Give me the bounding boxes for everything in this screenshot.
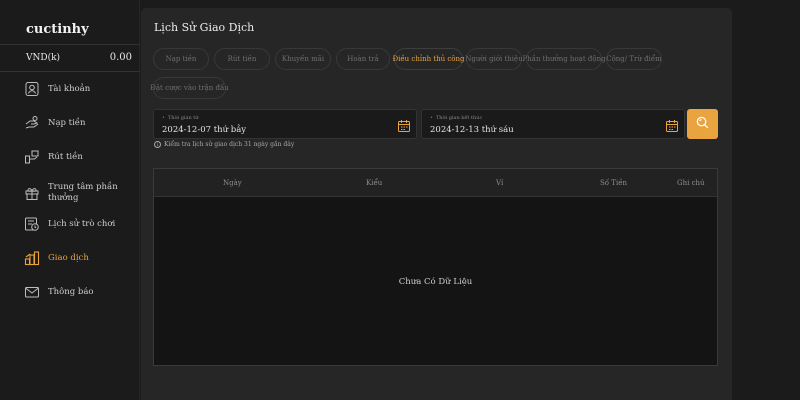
info-icon: i [154, 141, 161, 148]
column-header-date: Ngày [223, 179, 242, 187]
account-icon [24, 81, 40, 97]
hint-text: Kiểm tra lịch sử giao dịch 31 ngày gần đ… [164, 141, 295, 148]
transactions-table: Ngày Kiểu Ví Số Tiền Ghi chú Chưa Có Dữ … [153, 168, 718, 366]
tab-manual-adjustment[interactable]: Điều chỉnh thủ công [392, 48, 465, 70]
sidebar-item-account[interactable]: Tài khoản [24, 81, 134, 97]
required-mark: • [162, 115, 165, 121]
currency-label: VND(k) [26, 53, 61, 63]
sidebar-item-label: Thông báo [48, 286, 94, 297]
end-date-value: 2024-12-13 thứ sáu [430, 125, 514, 135]
table-header: Ngày Kiểu Ví Số Tiền Ghi chú [154, 169, 717, 197]
withdraw-icon [24, 149, 40, 165]
column-header-type: Kiểu [366, 179, 383, 187]
sidebar: cuctinhy VND(k) 0.00 Tài khoản Nạp tiền … [0, 0, 140, 400]
column-header-note: Ghi chú [677, 179, 705, 187]
sidebar-item-label: Trung tâm phần thưởng [48, 182, 118, 203]
empty-state-text: Chưa Có Dữ Liệu [398, 277, 473, 287]
transaction-icon [24, 250, 40, 266]
tab-points-adjust[interactable]: Cộng/ Trừ điểm [606, 48, 662, 70]
sidebar-item-label: Giao dịch [48, 252, 89, 263]
sidebar-item-label: Tài khoản [48, 83, 91, 94]
tab-deposit[interactable]: Nạp tiền [153, 48, 209, 70]
search-button[interactable] [687, 109, 718, 139]
balance-row: VND(k) 0.00 [0, 44, 140, 72]
sidebar-item-deposit[interactable]: Nạp tiền [24, 115, 134, 131]
gift-icon [24, 185, 40, 201]
start-date-value: 2024-12-07 thứ bảy [162, 125, 247, 135]
start-date-caption: Thời gian từ [167, 115, 199, 121]
sidebar-item-label: Rút tiền [48, 151, 83, 162]
sidebar-item-notifications[interactable]: Thông báo [24, 284, 134, 300]
column-header-amount: Số Tiền [600, 179, 628, 187]
required-mark: • [430, 115, 433, 121]
end-date-picker[interactable]: • Thời gian kết thúc 2024-12-13 thứ sáu [421, 109, 685, 139]
sidebar-item-game-history[interactable]: Lịch sử trò chơi [24, 216, 134, 232]
tab-rebate[interactable]: Hoàn trả [336, 48, 390, 70]
tab-match-bets[interactable]: Đặt cược vào trận đấu [150, 77, 229, 99]
sidebar-item-rewards[interactable]: Trung tâm phần thưởng [24, 182, 134, 204]
calendar-icon[interactable] [397, 118, 411, 132]
tab-referral[interactable]: Người giới thiệu [465, 48, 523, 70]
search-icon [695, 115, 710, 134]
deposit-icon [24, 115, 40, 131]
tab-activity-reward[interactable]: Phần thưởng hoạt động [522, 48, 606, 70]
column-header-wallet: Ví [496, 179, 504, 187]
calendar-icon[interactable] [665, 118, 679, 132]
mail-icon [24, 284, 40, 300]
sidebar-item-withdraw[interactable]: Rút tiền [24, 149, 134, 165]
tab-promotion[interactable]: Khuyến mãi [275, 48, 331, 70]
sidebar-item-label: Nạp tiền [48, 117, 86, 128]
game-history-icon [24, 216, 40, 232]
sidebar-item-label: Lịch sử trò chơi [48, 218, 116, 229]
end-date-caption: Thời gian kết thúc [435, 115, 483, 121]
tab-withdraw[interactable]: Rút tiền [214, 48, 270, 70]
page-title: Lịch Sử Giao Dịch [154, 21, 255, 34]
transaction-history-panel: Lịch Sử Giao Dịch Nạp tiền Rút tiền Khuy… [141, 8, 732, 400]
date-range-hint: i Kiểm tra lịch sử giao dịch 31 ngày gần… [154, 141, 294, 148]
sidebar-item-transactions[interactable]: Giao dịch [24, 250, 134, 266]
balance-value: 0.00 [109, 52, 132, 63]
start-date-picker[interactable]: • Thời gian từ 2024-12-07 thứ bảy [153, 109, 417, 139]
username: cuctinhy [26, 22, 89, 37]
